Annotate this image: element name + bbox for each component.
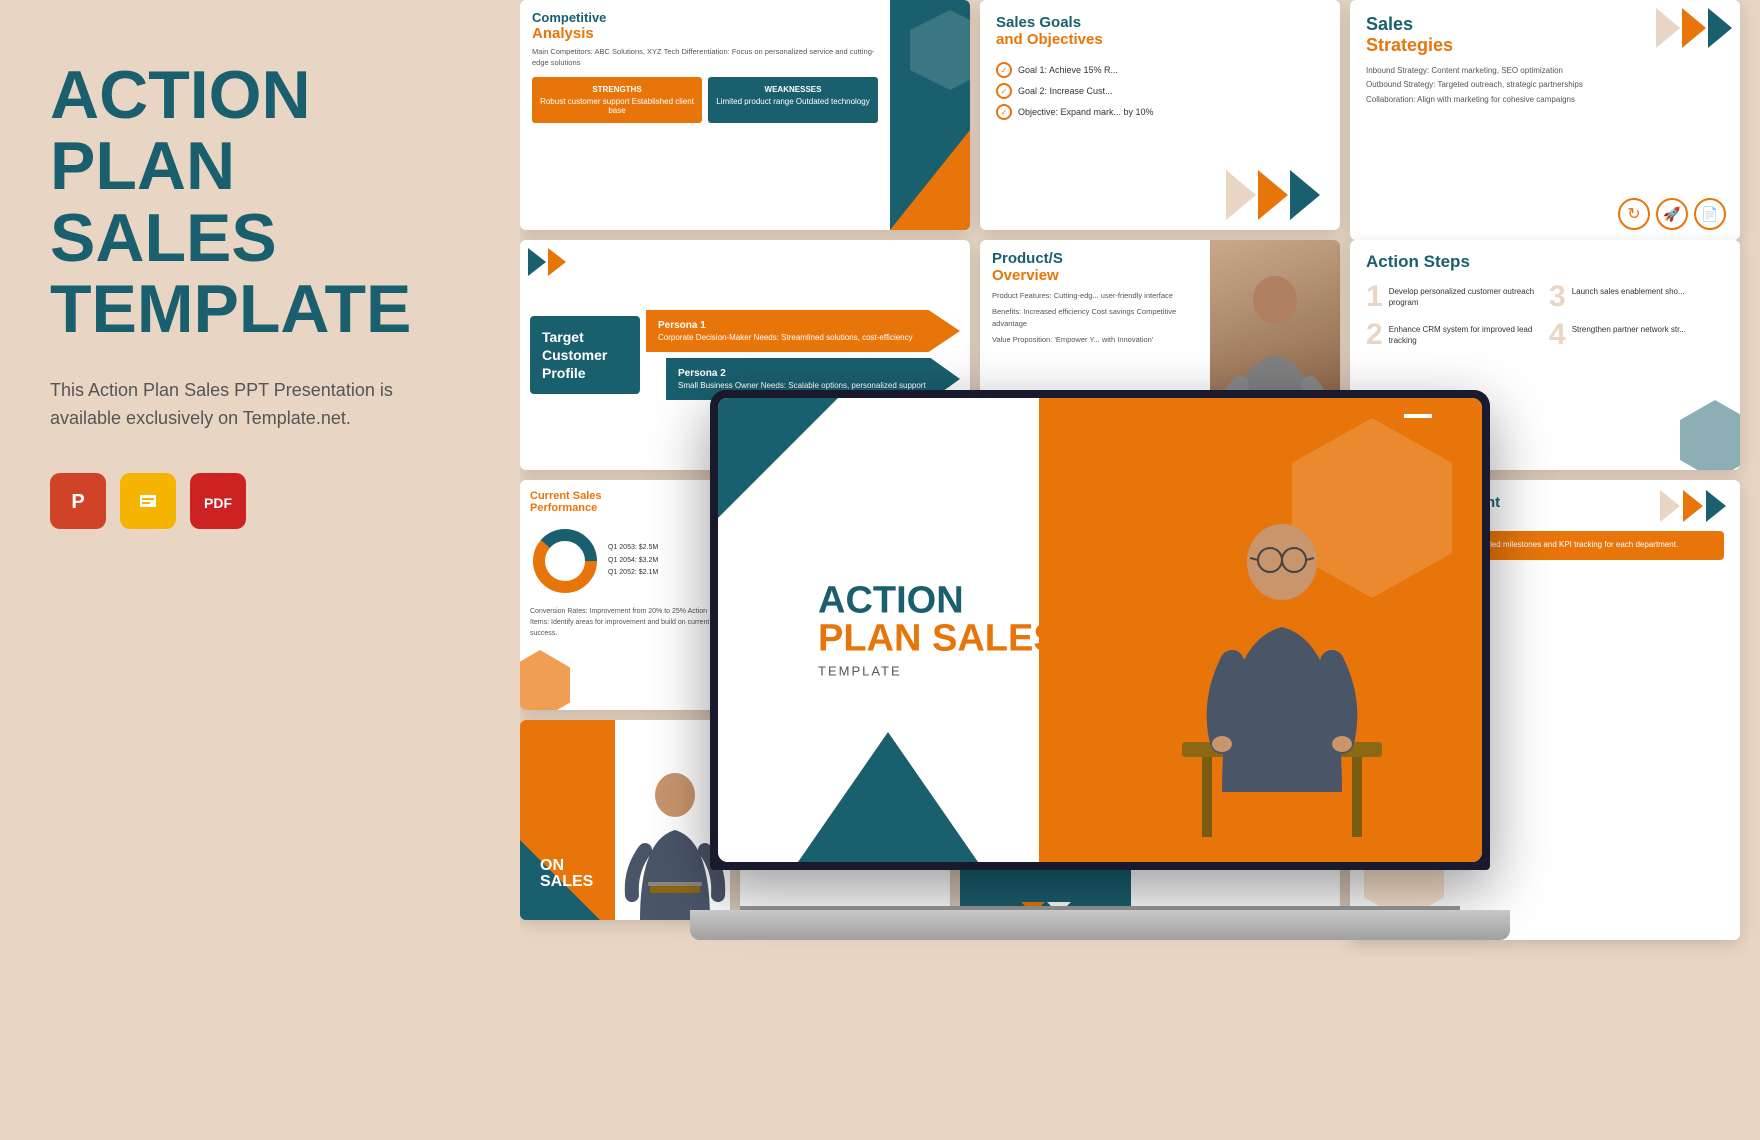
inbound-strategy: Inbound Strategy: Content marketing, SEO… [1366, 64, 1724, 78]
sales-goals-title: Sales Goals [996, 14, 1324, 31]
comp-title: Competitive [532, 10, 878, 25]
main-slide-content: ACTION PLAN SALES TEMPLATE [818, 582, 1059, 679]
action-step-4: 4 Strengthen partner network str... [1549, 320, 1724, 350]
outbound-strategy: Outbound Strategy: Targeted outreach, st… [1366, 78, 1724, 92]
donut-chart [530, 526, 600, 596]
sales-q2: Q1 2054: $3.2M [608, 555, 658, 568]
target-title: Target Customer Profile [530, 316, 640, 395]
product-title: Product/S [992, 250, 1198, 267]
strengths-body: Robust customer support Established clie… [540, 97, 694, 115]
action-step-2: 2 Enhance CRM system for improved lead t… [1366, 320, 1541, 350]
strategy-icon-2: 🚀 [1656, 198, 1688, 230]
slide-dash [1404, 414, 1432, 418]
svg-text:PDF: PDF [204, 495, 232, 511]
laptop-container: ACTION PLAN SALES TEMPLATE [690, 390, 1510, 940]
persona1-body: Corporate Decision-Maker Needs: Streamli… [658, 333, 940, 342]
laptop-screen-inner: ACTION PLAN SALES TEMPLATE [718, 398, 1482, 862]
slide-competitive-analysis[interactable]: Competitive Analysis Main Competitors: A… [520, 0, 970, 230]
comp-title-orange: Analysis [532, 25, 878, 42]
left-panel: ACTION PLAN SALES TEMPLATE This Action P… [0, 0, 520, 1140]
laptop-screen: ACTION PLAN SALES TEMPLATE [710, 390, 1490, 870]
product-value: Value Proposition: 'Empower Y... with In… [992, 334, 1198, 346]
slides-grid: Competitive Analysis Main Competitors: A… [520, 0, 1760, 1140]
hex-deco-teal [1680, 400, 1740, 470]
sales-q1: Q1 2053: $2.5M [608, 542, 658, 555]
slide-sales-strategies[interactable]: Sales Strategies Inbound Strategy: Conte… [1350, 0, 1740, 240]
weaknesses-body: Limited product range Outdated technolog… [716, 97, 870, 106]
collab-strategy: Collaboration: Align with marketing for … [1366, 93, 1724, 107]
sales-q3: Q1 2052: $2.1M [608, 567, 658, 580]
goal-objective: ✓ Objective: Expand mark... by 10% [996, 104, 1324, 120]
svg-text:P: P [71, 491, 84, 513]
subtitle: This Action Plan Sales PPT Presentation … [50, 376, 450, 434]
persona2-title: Persona 2 [678, 368, 940, 379]
persona1-title: Persona 1 [658, 320, 940, 331]
pdf-icon[interactable]: PDF [190, 473, 246, 529]
weaknesses-title: WEAKNESSES [716, 85, 870, 94]
main-slide-subtitle: TEMPLATE [818, 664, 1059, 679]
comp-body: Main Competitors: ABC Solutions, XYZ Tec… [532, 46, 878, 69]
main-slide-title1: ACTION [818, 582, 1059, 620]
strategy-icon-3: 📄 [1694, 198, 1726, 230]
sales-goals-orange: and Objectives [996, 31, 1324, 48]
bottom-left-title: ON SALES [540, 858, 593, 890]
persona2-body: Small Business Owner Needs: Scalable opt… [678, 381, 940, 390]
action-step-1: 1 Develop personalized customer outreach… [1366, 282, 1541, 312]
main-slide-person [1142, 442, 1422, 862]
laptop-base [690, 910, 1510, 940]
powerpoint-icon[interactable]: P [50, 473, 106, 529]
slide-sales-goals[interactable]: Sales Goals and Objectives ✓ Goal 1: Ach… [980, 0, 1340, 230]
strengths-title: STRENGTHS [540, 85, 694, 94]
app-icons-row: P PDF [50, 473, 470, 529]
main-title: ACTION PLAN SALES TEMPLATE [50, 60, 470, 346]
google-slides-icon[interactable] [120, 473, 176, 529]
action-step-3: 3 Launch sales enablement sho... [1549, 282, 1724, 312]
strategy-icon-1: ↻ [1618, 198, 1650, 230]
main-slide-title2: PLAN SALES [818, 620, 1059, 658]
main-slide: ACTION PLAN SALES TEMPLATE [718, 398, 1482, 862]
hex-deco [520, 650, 570, 710]
action-steps-title: Action Steps [1366, 252, 1724, 272]
goal-2: ✓ Goal 2: Increase Cust... [996, 83, 1324, 99]
product-benefits: Benefits: Increased efficiency Cost savi… [992, 306, 1198, 330]
product-features: Product Features: Cutting-edg... user-fr… [992, 290, 1198, 302]
product-title2: Overview [992, 267, 1198, 284]
goal-1: ✓ Goal 1: Achieve 15% R... [996, 62, 1324, 78]
